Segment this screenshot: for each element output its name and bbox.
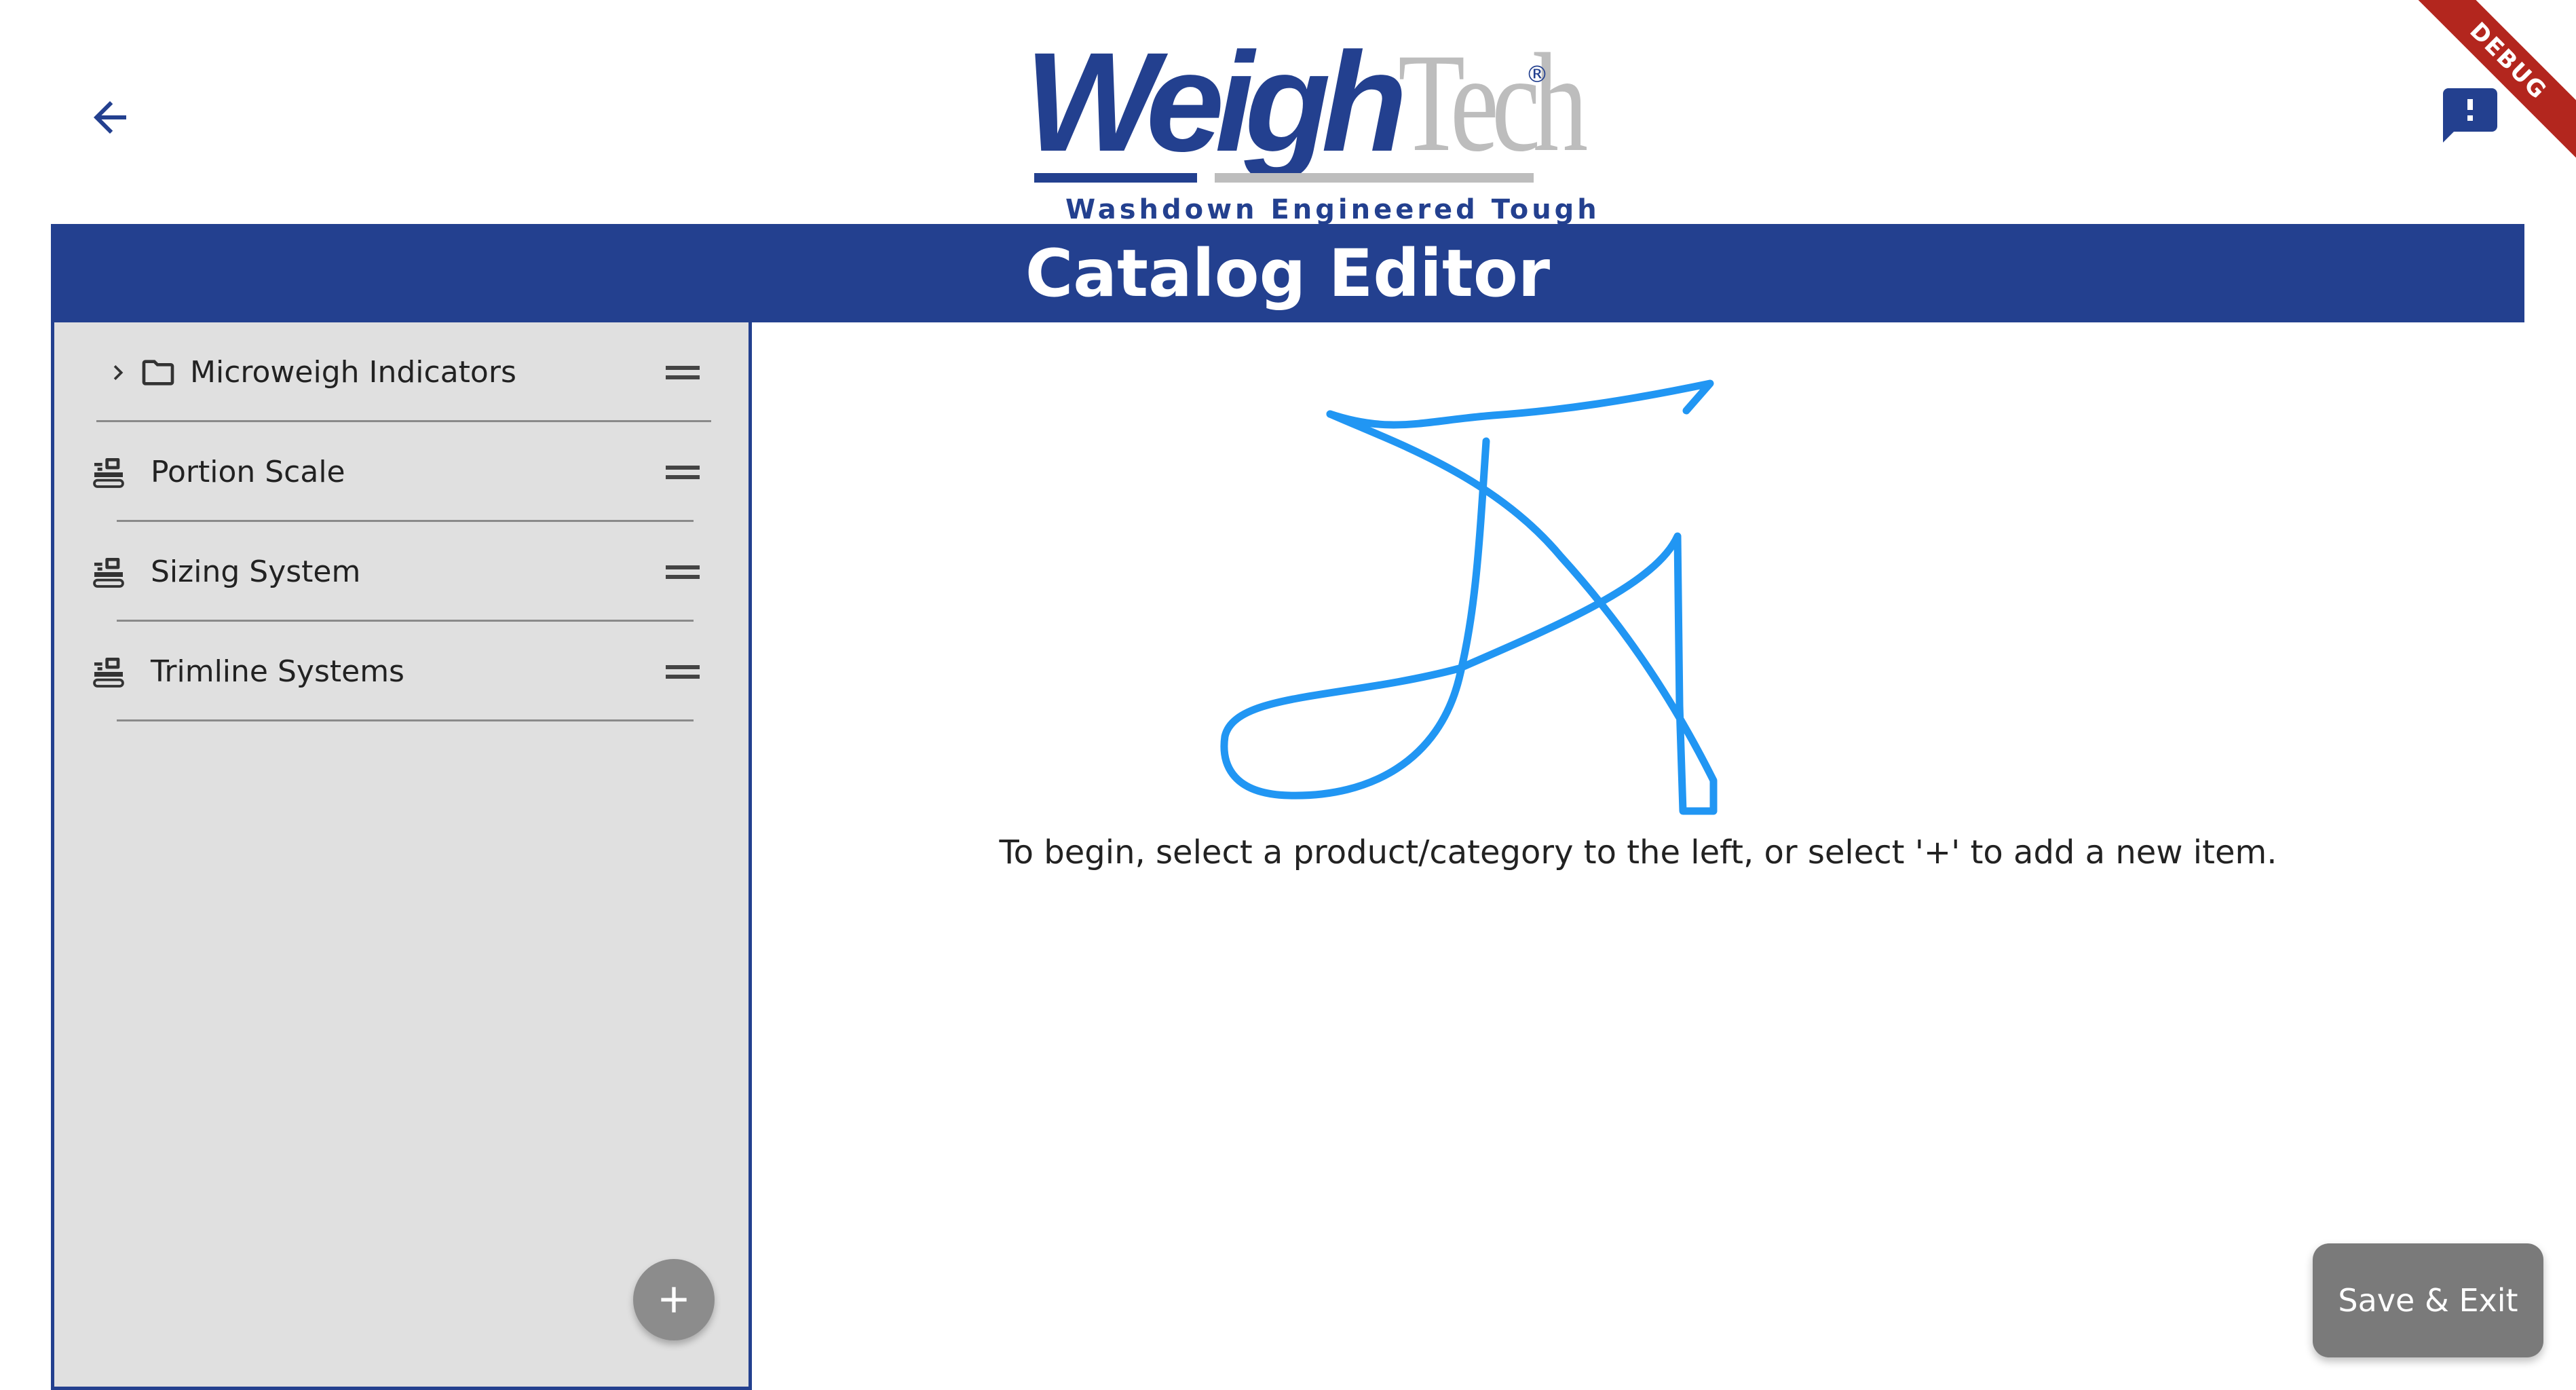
plus-icon (661, 1287, 687, 1313)
drag-handle-icon[interactable] (666, 557, 700, 587)
tree-item-label: Microweigh Indicators (190, 355, 516, 390)
drag-handle-icon[interactable] (666, 358, 700, 388)
divider (117, 719, 694, 721)
drag-handle-icon[interactable] (666, 457, 700, 487)
catalog-sidebar: Microweigh Indicators Portion Scale Sizi… (51, 322, 752, 1390)
logo-tagline: Washdown Engineered Tough (1065, 194, 1600, 225)
registered-mark: ® (1526, 61, 1549, 88)
folder-icon (139, 354, 177, 392)
tree-item-portion-scale[interactable]: Portion Scale (54, 422, 749, 522)
feedback-button[interactable] (2429, 75, 2511, 156)
weightech-logo: Weigh Tech ® Washdown Engineered Tough (1025, 27, 1597, 225)
logo-wordmark: Weigh Tech (1025, 27, 1632, 173)
tree-item-label: Portion Scale (151, 455, 345, 489)
tree-item-label: Trimline Systems (151, 654, 404, 689)
tree-item-sizing-system[interactable]: Sizing System (54, 522, 749, 622)
page-title: Catalog Editor (1025, 235, 1551, 312)
scale-icon (90, 453, 128, 491)
scale-icon (90, 553, 128, 591)
tree-item-trimline-systems[interactable]: Trimline Systems (54, 622, 749, 721)
title-bar: Catalog Editor (51, 224, 2524, 322)
back-button[interactable] (73, 80, 147, 155)
tree-item-label: Sizing System (151, 555, 361, 589)
logo-underline-primary (1034, 173, 1197, 183)
empty-state-prompt: To begin, select a product/category to t… (999, 833, 2277, 871)
add-item-button[interactable] (633, 1259, 715, 1340)
scale-icon (90, 653, 128, 691)
signature-drawing (1220, 379, 1718, 815)
chevron-right-icon[interactable] (103, 358, 133, 388)
feedback-icon (2443, 88, 2497, 143)
logo-underline-secondary (1215, 173, 1534, 183)
tree-item-microweigh-indicators[interactable]: Microweigh Indicators (54, 322, 749, 422)
logo-wordmark-secondary: Tech (1398, 24, 1588, 181)
save-exit-button[interactable]: Save & Exit (2313, 1243, 2543, 1357)
drag-handle-icon[interactable] (666, 657, 700, 687)
logo-wordmark-primary: Weigh (1025, 24, 1407, 181)
arrow-back-icon (94, 101, 126, 134)
